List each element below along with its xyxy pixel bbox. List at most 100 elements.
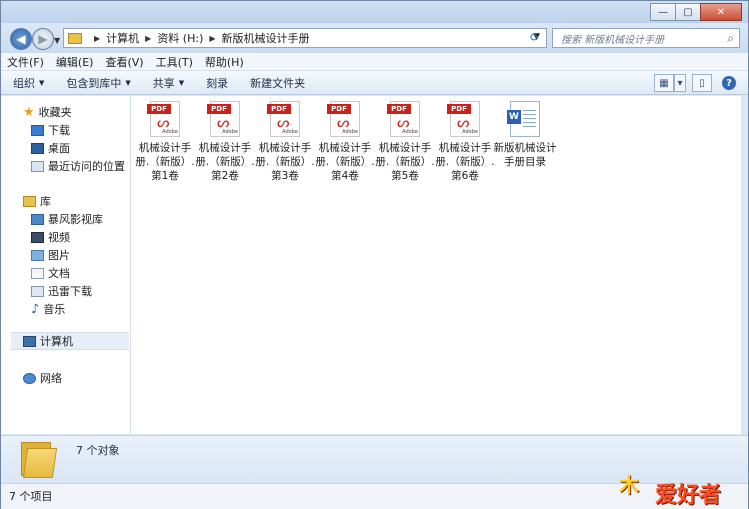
watermark-logo: 木 爱好者 xyxy=(619,467,749,508)
chevron-right-icon[interactable]: ▶ xyxy=(209,34,215,43)
menu-help[interactable]: 帮助(H) xyxy=(205,54,244,70)
sidebar-computer-label: 计算机 xyxy=(40,335,73,348)
sidebar-network-label: 网络 xyxy=(40,372,62,385)
new-folder-label: 新建文件夹 xyxy=(250,76,306,90)
address-bar[interactable]: ▶ 计算机 ▶ 资料 (H:) ▶ 新版机械设计手册 ▼ xyxy=(63,28,547,48)
file-item[interactable]: PDF ᔕ Adobe 机械设计手册.（新版）.第1卷 xyxy=(135,101,195,183)
share-button[interactable]: 共享 ▼ xyxy=(153,75,184,91)
sidebar-item-documents[interactable]: 文档 xyxy=(31,265,70,281)
text-lines-icon xyxy=(523,110,536,130)
sidebar-library[interactable]: 库 xyxy=(23,193,51,209)
sidebar-item-label: 图片 xyxy=(48,249,70,262)
breadcrumb: ▶ 计算机 ▶ 资料 (H:) ▶ 新版机械设计手册 xyxy=(88,30,310,46)
sidebar-favorites[interactable]: ★ 收藏夹 xyxy=(23,104,72,120)
video-icon xyxy=(31,231,44,243)
maximize-button[interactable]: ▢ xyxy=(675,3,701,21)
view-dropdown-icon[interactable]: ▾ xyxy=(674,74,686,92)
file-name: 机械设计手册.（新版）.第4卷 xyxy=(315,142,375,182)
adobe-label: Adobe xyxy=(282,129,298,135)
search-icon[interactable]: ⌕ xyxy=(727,31,734,46)
refresh-icon[interactable]: ⟳ xyxy=(530,31,539,44)
download-library-icon xyxy=(31,285,44,297)
menu-tools[interactable]: 工具(T) xyxy=(156,54,193,70)
menu-edit[interactable]: 编辑(E) xyxy=(56,54,94,70)
sidebar-item-label: 迅雷下载 xyxy=(48,285,92,298)
pdf-icon: PDF ᔕ Adobe xyxy=(267,101,300,137)
file-item[interactable]: PDF ᔕ Adobe 机械设计手册.（新版）.第5卷 xyxy=(375,101,435,183)
organize-button[interactable]: 组织 ▼ xyxy=(13,75,44,91)
file-name: 机械设计手册.（新版）.第1卷 xyxy=(135,142,195,182)
sidebar-network[interactable]: 网络 xyxy=(23,370,62,386)
toolbar-right: ▦ ▾ ▯ ? xyxy=(648,74,736,92)
burn-label: 刻录 xyxy=(206,76,229,90)
view-options-icon[interactable]: ▦ xyxy=(654,74,674,92)
close-button[interactable]: ✕ xyxy=(700,3,742,21)
sidebar-item-baofeng[interactable]: 暴风影视库 xyxy=(31,211,103,227)
chevron-right-icon[interactable]: ▶ xyxy=(145,34,151,43)
command-bar: 组织 ▼ 包含到库中 ▼ 共享 ▼ 刻录 新建文件夹 ▦ ▾ ▯ ? xyxy=(1,71,748,95)
include-library-label: 包含到库中 xyxy=(66,76,122,90)
burn-button[interactable]: 刻录 xyxy=(206,75,228,91)
sidebar-item-downloads[interactable]: 下载 xyxy=(31,122,70,138)
file-item[interactable]: PDF ᔕ Adobe 机械设计手册.（新版）.第4卷 xyxy=(315,101,375,183)
watermark-figure-icon: 木 xyxy=(619,473,639,497)
word-tag: W xyxy=(507,110,521,124)
help-icon[interactable]: ? xyxy=(722,76,736,90)
navigation-bar: ◀ ▶ ▼ ▶ 计算机 ▶ 资料 (H:) ▶ 新版机械设计手册 ▼ ⟳ 搜索 … xyxy=(1,23,748,53)
adobe-label: Adobe xyxy=(162,129,178,135)
share-label: 共享 xyxy=(152,76,175,90)
sidebar-item-label: 桌面 xyxy=(48,142,70,155)
desktop-icon xyxy=(31,142,44,154)
video-library-icon xyxy=(31,213,44,225)
download-folder-icon xyxy=(31,124,44,136)
back-button[interactable]: ◀ xyxy=(10,28,32,50)
adobe-label: Adobe xyxy=(222,129,238,135)
breadcrumb-drive[interactable]: 资料 (H:) xyxy=(157,30,203,46)
menu-file[interactable]: 文件(F) xyxy=(7,54,44,70)
chevron-down-icon: ▼ xyxy=(39,78,45,87)
file-item[interactable]: PDF ᔕ Adobe 机械设计手册.（新版）.第6卷 xyxy=(435,101,495,183)
pdf-tag: PDF xyxy=(447,104,471,114)
folder-icon xyxy=(21,440,58,478)
file-item[interactable]: PDF ᔕ Adobe 机械设计手册.（新版）.第2卷 xyxy=(195,101,255,183)
adobe-label: Adobe xyxy=(402,129,418,135)
title-bar: — ▢ ✕ xyxy=(1,1,748,23)
forward-button[interactable]: ▶ xyxy=(32,28,54,50)
acrobat-icon: ᔕ xyxy=(397,115,410,131)
folder-icon xyxy=(68,32,82,44)
sidebar-item-pictures[interactable]: 图片 xyxy=(31,247,70,263)
file-item[interactable]: PDF ᔕ Adobe 机械设计手册.（新版）.第3卷 xyxy=(255,101,315,183)
sidebar-computer[interactable]: 计算机 xyxy=(11,332,129,350)
breadcrumb-folder[interactable]: 新版机械设计手册 xyxy=(222,30,310,46)
menu-view[interactable]: 查看(V) xyxy=(105,54,143,70)
history-dropdown-icon[interactable]: ▼ xyxy=(54,36,60,45)
sidebar-item-label: 文档 xyxy=(48,267,70,280)
file-name: 机械设计手册.（新版）.第6卷 xyxy=(435,142,495,182)
pdf-icon: PDF ᔕ Adobe xyxy=(147,101,180,137)
pdf-tag: PDF xyxy=(327,104,351,114)
file-name: 新版机械设计手册目录 xyxy=(493,142,557,168)
file-item[interactable]: W 新版机械设计手册目录 xyxy=(493,101,557,169)
sidebar-item-videos[interactable]: 视频 xyxy=(31,229,70,245)
include-library-button[interactable]: 包含到库中 ▼ xyxy=(66,75,130,91)
minimize-button[interactable]: — xyxy=(650,3,676,21)
chevron-right-icon[interactable]: ▶ xyxy=(94,34,100,43)
organize-label: 组织 xyxy=(13,76,35,90)
adobe-label: Adobe xyxy=(462,129,478,135)
sidebar-item-desktop[interactable]: 桌面 xyxy=(31,140,70,156)
preview-pane-icon[interactable]: ▯ xyxy=(692,74,712,92)
picture-icon xyxy=(31,249,44,261)
sidebar-item-recent[interactable]: 最近访问的位置 xyxy=(31,158,125,174)
new-folder-button[interactable]: 新建文件夹 xyxy=(250,75,305,91)
chevron-down-icon: ▼ xyxy=(125,78,131,87)
network-icon xyxy=(23,372,36,384)
sidebar-item-label: 最近访问的位置 xyxy=(48,160,125,173)
search-input[interactable]: 搜索 新版机械设计手册 ⌕ xyxy=(552,28,740,48)
chevron-down-icon: ▼ xyxy=(178,78,185,87)
sidebar-item-thunder[interactable]: 迅雷下载 xyxy=(31,283,92,299)
file-name: 机械设计手册.（新版）.第5卷 xyxy=(375,142,435,182)
search-placeholder: 搜索 新版机械设计手册 xyxy=(561,34,665,46)
breadcrumb-computer[interactable]: 计算机 xyxy=(106,30,139,46)
computer-icon xyxy=(23,335,36,347)
sidebar-item-music[interactable]: ♪ 音乐 xyxy=(31,301,65,317)
